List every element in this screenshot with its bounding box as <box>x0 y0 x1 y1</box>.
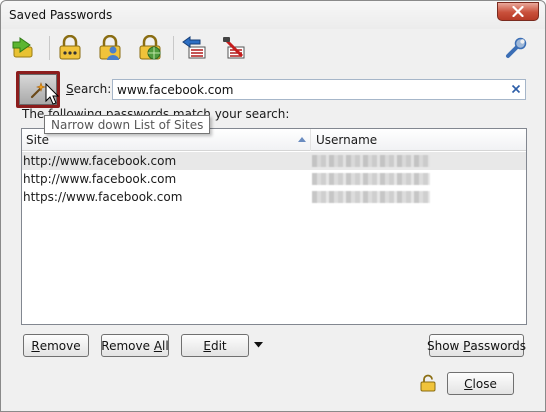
mouse-cursor-icon <box>45 83 60 105</box>
user-lock-button[interactable] <box>95 33 125 63</box>
clear-list-button[interactable] <box>219 33 249 63</box>
import-export-icon <box>12 37 33 58</box>
username-cell-redacted <box>312 191 430 203</box>
window-close-button[interactable] <box>497 2 539 21</box>
search-input[interactable] <box>112 79 526 100</box>
column-header-username[interactable]: Username <box>312 129 526 151</box>
title-bar: Saved Passwords <box>1 1 545 29</box>
table-row[interactable]: https://www.facebook.com <box>22 188 526 206</box>
close-icon <box>512 6 524 17</box>
table-row[interactable]: http://www.facebook.com <box>22 170 526 188</box>
close-button[interactable]: Close <box>447 372 514 395</box>
site-cell: http://www.facebook.com <box>23 154 177 168</box>
password-lock-button[interactable] <box>55 33 85 63</box>
remove-all-button[interactable]: Remove All <box>101 334 169 357</box>
table-row[interactable]: http://www.facebook.com <box>22 152 526 170</box>
edit-button[interactable]: Edit <box>181 334 249 357</box>
saved-passwords-window: Saved Passwords Search: www.facebook.com… <box>0 0 546 412</box>
master-password-lock-icon[interactable] <box>419 374 437 392</box>
filter-tooltip: Narrow down List of Sites <box>44 115 211 134</box>
sort-ascending-icon <box>298 137 306 142</box>
settings-button[interactable] <box>501 33 531 63</box>
search-label: Search: <box>66 82 112 96</box>
window-title: Saved Passwords <box>9 8 113 22</box>
edit-dropdown-arrow-icon[interactable] <box>254 342 263 348</box>
back-list-icon <box>182 36 206 59</box>
site-lock-icon <box>139 35 161 60</box>
wrench-icon <box>506 37 527 58</box>
search-clear-button[interactable] <box>509 81 523 97</box>
clear-list-icon <box>222 36 245 59</box>
remove-button[interactable]: Remove <box>23 334 89 357</box>
import-export-button[interactable] <box>9 33 39 63</box>
site-cell: http://www.facebook.com <box>23 172 177 186</box>
passwords-list[interactable]: Site Username http://www.facebook.com ht… <box>21 128 527 325</box>
clear-x-icon <box>511 84 521 94</box>
show-passwords-button[interactable]: Show Passwords <box>427 334 526 357</box>
back-list-button[interactable] <box>179 33 209 63</box>
site-lock-button[interactable] <box>135 33 165 63</box>
user-lock-icon <box>99 35 121 60</box>
username-cell-redacted <box>312 173 430 185</box>
password-lock-icon <box>59 35 81 60</box>
site-cell: https://www.facebook.com <box>23 190 183 204</box>
toolbar <box>7 31 541 65</box>
username-cell-redacted <box>312 155 430 167</box>
